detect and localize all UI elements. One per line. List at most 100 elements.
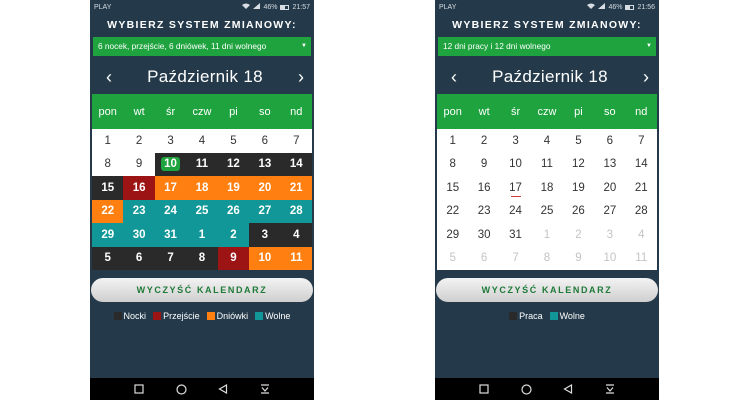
calendar-day[interactable]: 19 xyxy=(563,176,594,200)
notification-down-icon[interactable] xyxy=(603,382,617,396)
calendar-day[interactable]: 8 xyxy=(92,153,123,177)
calendar-day[interactable]: 31 xyxy=(154,223,187,247)
calendar-day[interactable]: 4 xyxy=(626,223,657,247)
calendar-day[interactable]: 10 xyxy=(154,152,187,176)
calendar-day[interactable]: 22 xyxy=(92,199,124,223)
calendar-day[interactable]: 2 xyxy=(563,223,594,247)
calendar-day[interactable]: 7 xyxy=(500,247,531,271)
calendar-day[interactable]: 23 xyxy=(123,199,155,223)
calendar-day[interactable]: 18 xyxy=(186,176,218,200)
calendar-day[interactable]: 27 xyxy=(594,200,625,224)
calendar-day[interactable]: 8 xyxy=(186,246,218,270)
calendar-day[interactable]: 6 xyxy=(594,129,625,153)
calendar-day[interactable]: 1 xyxy=(92,129,123,153)
calendar-day[interactable]: 11 xyxy=(280,246,312,270)
calendar-day[interactable]: 14 xyxy=(280,152,312,176)
calendar-day[interactable]: 3 xyxy=(249,223,281,247)
calendar-day[interactable]: 7 xyxy=(154,246,187,270)
calendar-day[interactable]: 5 xyxy=(437,247,468,271)
calendar-day[interactable]: 4 xyxy=(531,129,562,153)
calendar-day[interactable]: 16 xyxy=(123,176,155,200)
back-triangle-icon[interactable] xyxy=(216,382,230,396)
calendar-day[interactable]: 28 xyxy=(626,200,657,224)
calendar-day[interactable]: 27 xyxy=(249,199,281,223)
calendar-day[interactable]: 9 xyxy=(563,247,594,271)
calendar-day[interactable]: 25 xyxy=(531,200,562,224)
calendar-day[interactable]: 6 xyxy=(249,129,280,153)
calendar-day[interactable]: 7 xyxy=(281,129,312,153)
calendar-day[interactable]: 20 xyxy=(594,176,625,200)
prev-month-button[interactable]: ‹ xyxy=(106,60,112,94)
calendar-day[interactable]: 28 xyxy=(280,199,312,223)
circle-icon[interactable] xyxy=(174,382,188,396)
calendar-day[interactable]: 20 xyxy=(249,176,281,200)
calendar-day[interactable]: 24 xyxy=(154,199,187,223)
calendar-day[interactable]: 30 xyxy=(123,223,155,247)
calendar-day[interactable]: 9 xyxy=(468,153,499,177)
calendar-day[interactable]: 12 xyxy=(563,153,594,177)
calendar-day[interactable]: 5 xyxy=(563,129,594,153)
calendar-day[interactable]: 10 xyxy=(594,247,625,271)
shift-system-select[interactable]: 12 dni pracy i 12 dni wolnego ▼ xyxy=(438,37,656,56)
calendar-day[interactable]: 1 xyxy=(186,223,218,247)
calendar-day[interactable]: 4 xyxy=(186,129,217,153)
next-month-button[interactable]: › xyxy=(643,60,649,94)
calendar-day[interactable]: 2 xyxy=(468,129,499,153)
calendar-day[interactable]: 3 xyxy=(594,223,625,247)
calendar-day[interactable]: 21 xyxy=(626,176,657,200)
calendar-day[interactable]: 8 xyxy=(437,153,468,177)
calendar-day[interactable]: 24 xyxy=(500,200,531,224)
calendar-day[interactable]: 26 xyxy=(217,199,250,223)
calendar-day[interactable]: 9 xyxy=(217,246,250,270)
calendar-day[interactable]: 8 xyxy=(531,247,562,271)
calendar-day[interactable]: 21 xyxy=(280,176,312,200)
calendar-day[interactable]: 6 xyxy=(123,246,155,270)
circle-icon[interactable] xyxy=(519,382,533,396)
calendar-day[interactable]: 11 xyxy=(186,152,218,176)
calendar-day[interactable]: 25 xyxy=(186,199,218,223)
notification-down-icon[interactable] xyxy=(258,382,272,396)
prev-month-button[interactable]: ‹ xyxy=(451,60,457,94)
calendar-day[interactable]: 29 xyxy=(437,223,468,247)
calendar-day[interactable]: 12 xyxy=(217,152,250,176)
calendar-day[interactable]: 18 xyxy=(531,176,562,200)
calendar-day[interactable]: 31 xyxy=(500,223,531,247)
calendar-day[interactable]: 30 xyxy=(468,223,499,247)
calendar-day[interactable]: 17 xyxy=(154,176,187,200)
back-triangle-icon[interactable] xyxy=(561,382,575,396)
calendar-day[interactable]: 14 xyxy=(626,153,657,177)
calendar-day[interactable]: 10 xyxy=(249,246,281,270)
square-icon[interactable] xyxy=(477,382,491,396)
calendar-day[interactable]: 10 xyxy=(500,153,531,177)
calendar-day[interactable]: 13 xyxy=(594,153,625,177)
calendar-day[interactable]: 11 xyxy=(531,153,562,177)
square-icon[interactable] xyxy=(132,382,146,396)
calendar-day[interactable]: 15 xyxy=(437,176,468,200)
calendar-day[interactable]: 2 xyxy=(217,223,250,247)
calendar-day[interactable]: 29 xyxy=(92,223,124,247)
calendar-day[interactable]: 5 xyxy=(218,129,249,153)
next-month-button[interactable]: › xyxy=(298,60,304,94)
calendar-day[interactable]: 5 xyxy=(92,246,124,270)
calendar-day[interactable]: 1 xyxy=(531,223,562,247)
calendar-day[interactable]: 11 xyxy=(626,247,657,271)
calendar-day[interactable]: 1 xyxy=(437,129,468,153)
shift-system-select[interactable]: 6 nocek, przejście, 6 dniówek, 11 dni wo… xyxy=(93,37,311,56)
calendar-day[interactable]: 16 xyxy=(468,176,499,200)
calendar-day[interactable]: 15 xyxy=(92,176,124,200)
clear-calendar-button[interactable]: WYCZYŚĆ KALENDARZ xyxy=(436,278,658,302)
calendar-day[interactable]: 26 xyxy=(563,200,594,224)
calendar-day[interactable]: 22 xyxy=(437,200,468,224)
calendar-day[interactable]: 17 xyxy=(500,176,531,200)
calendar-day[interactable]: 19 xyxy=(217,176,250,200)
calendar-day[interactable]: 6 xyxy=(468,247,499,271)
calendar-day[interactable]: 13 xyxy=(249,152,281,176)
clear-calendar-button[interactable]: WYCZYŚĆ KALENDARZ xyxy=(91,278,313,302)
calendar-day[interactable]: 3 xyxy=(155,129,186,153)
calendar-day[interactable]: 4 xyxy=(280,223,312,247)
calendar-day[interactable]: 2 xyxy=(123,129,154,153)
calendar-day[interactable]: 23 xyxy=(468,200,499,224)
calendar-day[interactable]: 9 xyxy=(123,153,154,177)
calendar-day[interactable]: 7 xyxy=(626,129,657,153)
calendar-day[interactable]: 3 xyxy=(500,129,531,153)
